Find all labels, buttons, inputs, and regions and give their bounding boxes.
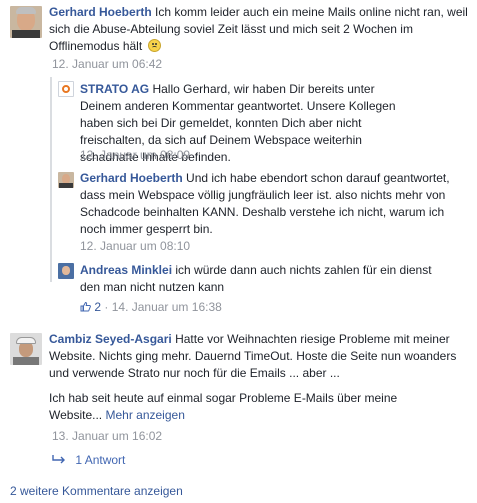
reply-meta: 2 · 14. Januar um 16:38: [80, 299, 222, 315]
avatar-andreas[interactable]: [58, 263, 74, 279]
like-count[interactable]: 2: [94, 300, 101, 314]
reply-time[interactable]: 12. Januar um 08:09: [80, 147, 190, 163]
comment-time[interactable]: 12. Januar um 06:42: [52, 56, 162, 72]
replies-count[interactable]: 1 Antwort: [75, 453, 125, 467]
comment-time[interactable]: 13. Januar um 16:02: [52, 428, 162, 444]
reply-time[interactable]: 12. Januar um 08:10: [80, 238, 190, 254]
thread-line: [50, 77, 52, 282]
comment-text-second: Ich hab seit heute auf einmal sogar Prob…: [49, 390, 449, 424]
reply-author[interactable]: Gerhard Hoeberth: [80, 171, 183, 185]
reply-author[interactable]: STRATO AG: [80, 82, 149, 96]
comment-author[interactable]: Cambiz Seyed-Asgari: [49, 332, 172, 346]
replies-link[interactable]: 1 Antwort: [52, 452, 125, 468]
avatar-shirt: [12, 30, 40, 38]
reply-time[interactable]: 14. Januar um 16:38: [112, 300, 222, 314]
avatar-shirt: [59, 183, 73, 188]
show-more-link[interactable]: Mehr anzeigen: [105, 408, 184, 422]
comment-text: Ich hab seit heute auf einmal sogar Prob…: [49, 391, 398, 422]
avatar-gerhard[interactable]: [10, 6, 42, 38]
meta-separator: ·: [104, 300, 109, 314]
avatar-strato[interactable]: [58, 81, 74, 97]
avatar-shirt: [13, 357, 39, 365]
smile-icon: [147, 39, 161, 52]
strato-logo-icon: [62, 85, 70, 93]
reply-arrow-icon: [52, 452, 66, 464]
avatar-cambiz[interactable]: [10, 333, 42, 365]
avatar-hair: [16, 7, 36, 14]
comment-body: Gerhard Hoeberth Ich komm leider auch ei…: [49, 4, 469, 55]
reply-author[interactable]: Andreas Minklei: [80, 263, 172, 277]
reply-body: Gerhard Hoeberth Und ich habe ebendort s…: [80, 170, 465, 238]
more-comments-link[interactable]: 2 weitere Kommentare anzeigen: [10, 484, 183, 498]
comment-body: Cambiz Seyed-Asgari Hatte vor Weihnachte…: [49, 331, 464, 382]
avatar-hat: [16, 337, 36, 344]
avatar-face: [62, 266, 70, 275]
avatar-gerhard-small[interactable]: [58, 172, 74, 188]
comment-author[interactable]: Gerhard Hoeberth: [49, 5, 152, 19]
like-icon[interactable]: [80, 300, 91, 312]
reply-body: Andreas Minklei ich würde dann auch nich…: [80, 262, 450, 296]
